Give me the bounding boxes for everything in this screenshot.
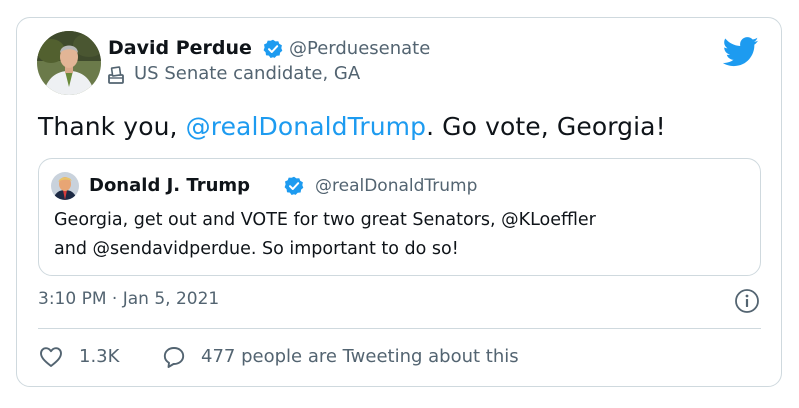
like-count[interactable]: 1.3K: [79, 346, 119, 367]
twitter-bird-icon[interactable]: [722, 37, 759, 67]
info-icon[interactable]: [734, 288, 760, 314]
author-avatar[interactable]: [37, 31, 101, 95]
ballot-box-icon: [107, 66, 125, 84]
author-handle[interactable]: @Perduesenate: [289, 38, 430, 59]
quoted-author-handle[interactable]: @realDonaldTrump: [315, 176, 477, 196]
verified-badge-icon: [284, 176, 304, 196]
tweet-text: Thank you, @realDonaldTrump. Go vote, Ge…: [38, 112, 666, 141]
speech-bubble-icon[interactable]: [162, 345, 186, 369]
tweet-text-end: . Go vote, Georgia!: [426, 112, 666, 141]
mention-link[interactable]: @realDonaldTrump: [186, 112, 426, 141]
quoted-text-line-1: Georgia, get out and VOTE for two great …: [54, 210, 596, 230]
tweet-embed-card[interactable]: David Perdue @Perduesenate US Senate can…: [16, 17, 782, 387]
author-name[interactable]: David Perdue: [108, 37, 252, 59]
tweet-timestamp[interactable]: 3:10 PM · Jan 5, 2021: [38, 289, 219, 309]
account-label: US Senate candidate, GA: [134, 63, 361, 84]
divider: [38, 328, 761, 329]
heart-icon[interactable]: [39, 345, 63, 369]
tweeting-about-this-link[interactable]: 477 people are Tweeting about this: [201, 346, 519, 367]
verified-badge-icon: [263, 39, 283, 59]
quoted-author-name[interactable]: Donald J. Trump: [89, 175, 250, 196]
quoted-tweet[interactable]: Donald J. Trump @realDonaldTrump Georgia…: [38, 158, 761, 276]
quoted-author-avatar[interactable]: [51, 172, 79, 200]
quoted-text-line-2: and @sendavidperdue. So important to do …: [54, 239, 459, 259]
tweet-text-start: Thank you,: [38, 112, 186, 141]
